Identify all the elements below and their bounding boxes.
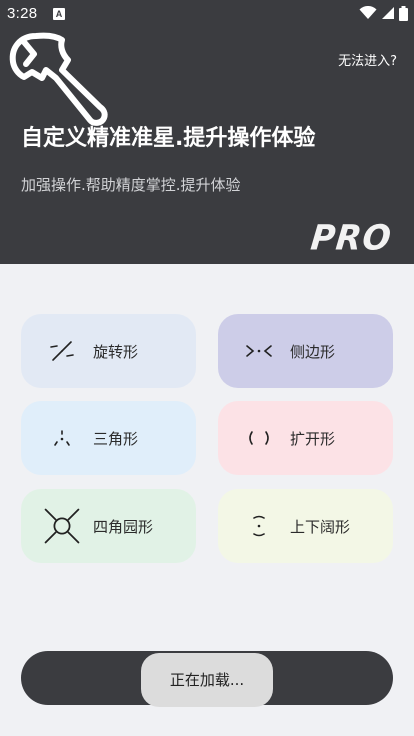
status-time: 3:28 xyxy=(7,5,38,22)
mode-label: 扩开形 xyxy=(290,430,336,448)
status-icons xyxy=(359,5,408,21)
rotate-crosshair-icon xyxy=(50,341,74,361)
pro-badge: PRO xyxy=(309,217,395,258)
mode-card-vertical[interactable]: 上下阔形 xyxy=(218,489,393,563)
mode-card-triangle[interactable]: 三角形 xyxy=(21,401,196,475)
loading-toast: 正在加载... xyxy=(141,653,273,707)
battery-icon xyxy=(399,5,408,21)
status-bar: 3:28 A xyxy=(0,0,414,28)
mode-card-circle[interactable]: 四角园形 xyxy=(21,489,196,563)
mode-label: 旋转形 xyxy=(93,343,139,361)
page-title: 自定义精准准星.提升操作体验 xyxy=(21,126,316,151)
mode-label: 四角园形 xyxy=(93,518,154,536)
page-subtitle: 加强操作.帮助精度掌控.提升体验 xyxy=(21,176,241,194)
side-crosshair-icon xyxy=(246,345,272,357)
signal-icon xyxy=(382,7,394,19)
mode-label: 上下阔形 xyxy=(290,518,351,536)
mode-card-rotate[interactable]: 旋转形 xyxy=(21,314,196,388)
mode-card-expand[interactable]: 扩开形 xyxy=(218,401,393,475)
header: 3:28 A 无法进入? 自定义精准准星.提升操作体验 加强操作.帮助精度掌控.… xyxy=(0,0,414,264)
cannot-enter-link[interactable]: 无法进入? xyxy=(338,50,397,69)
wifi-icon xyxy=(359,6,377,19)
circle-crosshair-icon xyxy=(44,508,80,544)
expand-crosshair-icon xyxy=(249,431,269,445)
mode-card-side[interactable]: 侧边形 xyxy=(218,314,393,388)
mode-label: 侧边形 xyxy=(290,343,336,361)
app-screen: 3:28 A 无法进入? 自定义精准准星.提升操作体验 加强操作.帮助精度掌控.… xyxy=(0,0,414,736)
notification-badge: A xyxy=(53,8,65,20)
triangle-crosshair-icon xyxy=(54,430,70,446)
mode-label: 三角形 xyxy=(93,430,139,448)
wrench-icon xyxy=(9,32,108,126)
vertical-crosshair-icon xyxy=(253,515,265,537)
